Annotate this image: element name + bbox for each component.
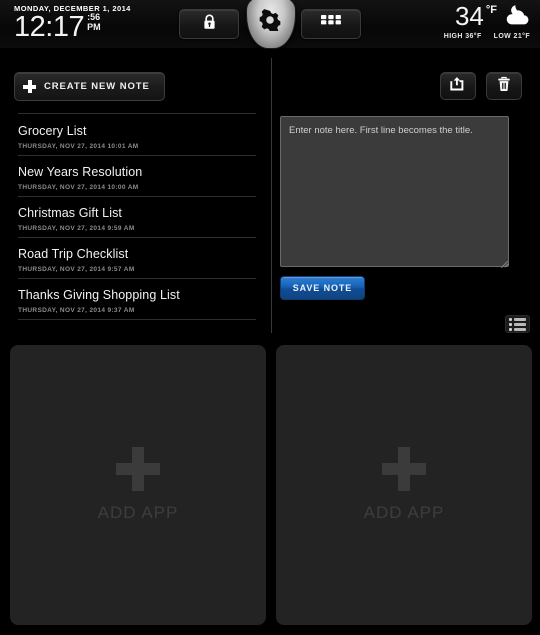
apps-grid-button[interactable] — [301, 9, 361, 39]
note-title: Grocery List — [18, 124, 87, 138]
note-timestamp: THURSDAY, NOV 27, 2014 9:59 AM — [18, 225, 135, 232]
weather-widget[interactable]: 34 °F HIGH 36°F LOW 21°F — [444, 3, 532, 40]
note-timestamp: THURSDAY, NOV 27, 2014 9:57 AM — [18, 266, 135, 273]
save-note-button[interactable]: SAVE NOTE — [280, 276, 365, 300]
trash-icon — [497, 76, 511, 97]
lock-button[interactable] — [179, 9, 239, 39]
list-item[interactable]: Christmas Gift List THURSDAY, NOV 27, 20… — [18, 197, 256, 238]
app-root: MONDAY, DECEMBER 1, 2014 12:17 :56 PM 34… — [0, 0, 540, 635]
note-timestamp: THURSDAY, NOV 27, 2014 10:01 AM — [18, 143, 139, 150]
weather-low: LOW 21°F — [493, 33, 530, 40]
weather-high: HIGH 36°F — [443, 33, 482, 40]
plus-icon — [382, 447, 426, 491]
add-app-label: ADD APP — [97, 503, 179, 522]
add-app-label: ADD APP — [363, 503, 445, 522]
list-item[interactable]: Thanks Giving Shopping List THURSDAY, NO… — [18, 279, 256, 320]
note-title: Road Trip Checklist — [18, 247, 129, 261]
time-seconds-meridiem: :56 PM — [87, 12, 101, 32]
panel-divider — [271, 58, 272, 333]
add-app-slot-2[interactable]: ADD APP — [276, 345, 532, 625]
weather-unit: °F — [485, 4, 497, 16]
note-title: New Years Resolution — [18, 165, 143, 179]
status-bar: MONDAY, DECEMBER 1, 2014 12:17 :56 PM 34… — [0, 0, 540, 49]
list-view-button[interactable] — [505, 315, 530, 333]
note-list: Grocery List THURSDAY, NOV 27, 2014 10:0… — [0, 113, 270, 320]
share-icon — [450, 76, 466, 96]
settings-shield-button[interactable] — [243, 0, 297, 51]
note-title: Christmas Gift List — [18, 206, 122, 220]
list-view-icon — [509, 317, 526, 331]
grid-apps-icon — [320, 14, 342, 35]
time-meridiem: PM — [87, 21, 101, 32]
moon-cloud-icon — [502, 4, 532, 31]
note-input[interactable] — [280, 116, 509, 267]
create-new-note-label: CREATE NEW NOTE — [44, 81, 150, 92]
note-title: Thanks Giving Shopping List — [18, 288, 180, 302]
weather-high-low: HIGH 36°F LOW 21°F — [444, 33, 530, 40]
list-item[interactable]: Grocery List THURSDAY, NOV 27, 2014 10:0… — [18, 113, 256, 156]
list-item[interactable]: New Years Resolution THURSDAY, NOV 27, 2… — [18, 156, 256, 197]
weather-temperature: 34 — [454, 1, 484, 31]
lock-icon — [203, 14, 216, 35]
create-new-note-button[interactable]: CREATE NEW NOTE — [14, 72, 165, 101]
time-hours-minutes: 12:17 — [14, 11, 85, 43]
add-app-slot-1[interactable]: ADD APP — [10, 345, 266, 625]
save-note-label: SAVE NOTE — [292, 283, 353, 293]
plus-icon — [116, 447, 160, 491]
note-timestamp: THURSDAY, NOV 27, 2014 10:00 AM — [18, 184, 139, 191]
plus-icon — [23, 80, 36, 93]
list-item[interactable]: Road Trip Checklist THURSDAY, NOV 27, 20… — [18, 238, 256, 279]
header-button-cluster — [179, 0, 361, 49]
note-timestamp: THURSDAY, NOV 27, 2014 9:37 AM — [18, 307, 135, 314]
clock: MONDAY, DECEMBER 1, 2014 12:17 :56 PM — [14, 4, 131, 42]
gear-icon — [259, 9, 281, 36]
delete-note-button[interactable] — [486, 72, 522, 100]
share-note-button[interactable] — [440, 72, 476, 100]
current-time: 12:17 :56 PM — [14, 12, 131, 42]
